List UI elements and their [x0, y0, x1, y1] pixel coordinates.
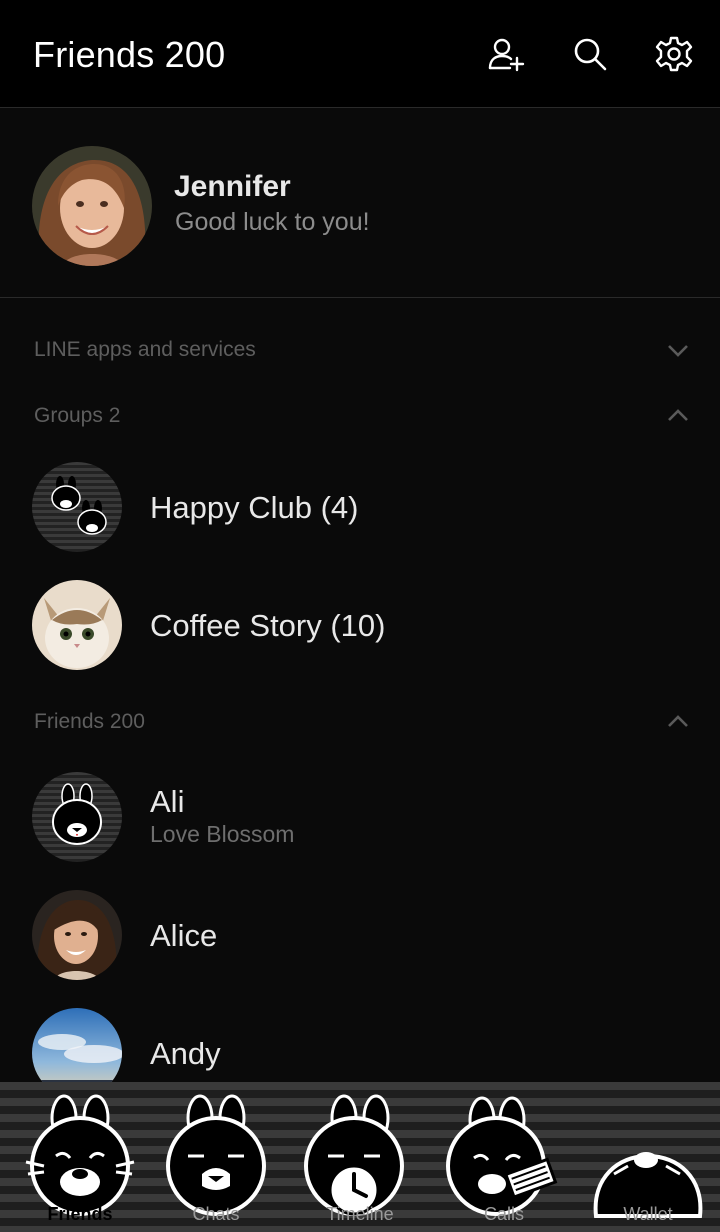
section-groups[interactable]: Groups 2 — [0, 386, 720, 446]
tab-timeline[interactable]: Timeline — [288, 1082, 432, 1232]
tab-wallet[interactable]: Wallet — [576, 1082, 720, 1232]
profile-avatar[interactable] — [32, 146, 152, 266]
my-profile-row[interactable]: Jennifer Good luck to you! — [0, 108, 720, 298]
friend-status-message: Love Blossom — [150, 821, 295, 847]
section-friends[interactable]: Friends 200 — [0, 692, 720, 752]
friend-name: Andy — [150, 1036, 221, 1071]
page-title: Friends 200 — [33, 34, 226, 75]
section-label: Groups 2 — [34, 404, 121, 427]
profile-status-message: Good luck to you! — [175, 208, 370, 236]
chevron-up-icon[interactable] — [666, 712, 690, 732]
profile-name: Jennifer — [174, 170, 291, 203]
friend-name: Alice — [150, 918, 218, 953]
group-name: Happy Club (4) — [150, 490, 359, 525]
group-name: Coffee Story (10) — [150, 608, 386, 643]
tab-label: Chats — [192, 1204, 240, 1224]
section-label: LINE apps and services — [34, 338, 256, 361]
group-row-happy-club[interactable]: Happy Club (4) — [0, 448, 720, 566]
chevron-up-icon[interactable] — [666, 406, 690, 426]
friend-avatar — [32, 890, 122, 980]
chevron-down-icon[interactable] — [666, 340, 690, 360]
tab-calls[interactable]: Calls — [432, 1082, 576, 1232]
section-line-apps[interactable]: LINE apps and services — [0, 320, 720, 380]
friend-name: Ali — [150, 784, 185, 819]
tab-chats[interactable]: Chats — [144, 1082, 288, 1232]
friend-row-ali[interactable]: Ali Love Blossom — [0, 758, 720, 876]
add-friend-icon[interactable] — [482, 30, 530, 78]
group-row-coffee-story[interactable]: Coffee Story (10) — [0, 566, 720, 684]
search-icon[interactable] — [566, 30, 614, 78]
group-avatar — [32, 580, 122, 670]
group-avatar — [32, 462, 122, 552]
top-bar: Friends 200 — [0, 0, 720, 108]
tab-label: Timeline — [326, 1204, 394, 1224]
tab-friends[interactable]: Friends — [8, 1082, 152, 1232]
tab-label: Wallet — [623, 1204, 673, 1224]
settings-icon[interactable] — [650, 30, 698, 78]
tab-label: Calls — [483, 1204, 524, 1224]
bottom-tab-bar: Friends Chats Timeline Calls Wallet — [0, 1082, 720, 1232]
section-label: Friends 200 — [34, 710, 145, 733]
friend-avatar — [32, 772, 122, 862]
friend-row-alice[interactable]: Alice — [0, 876, 720, 994]
tab-label: Friends — [47, 1204, 113, 1224]
